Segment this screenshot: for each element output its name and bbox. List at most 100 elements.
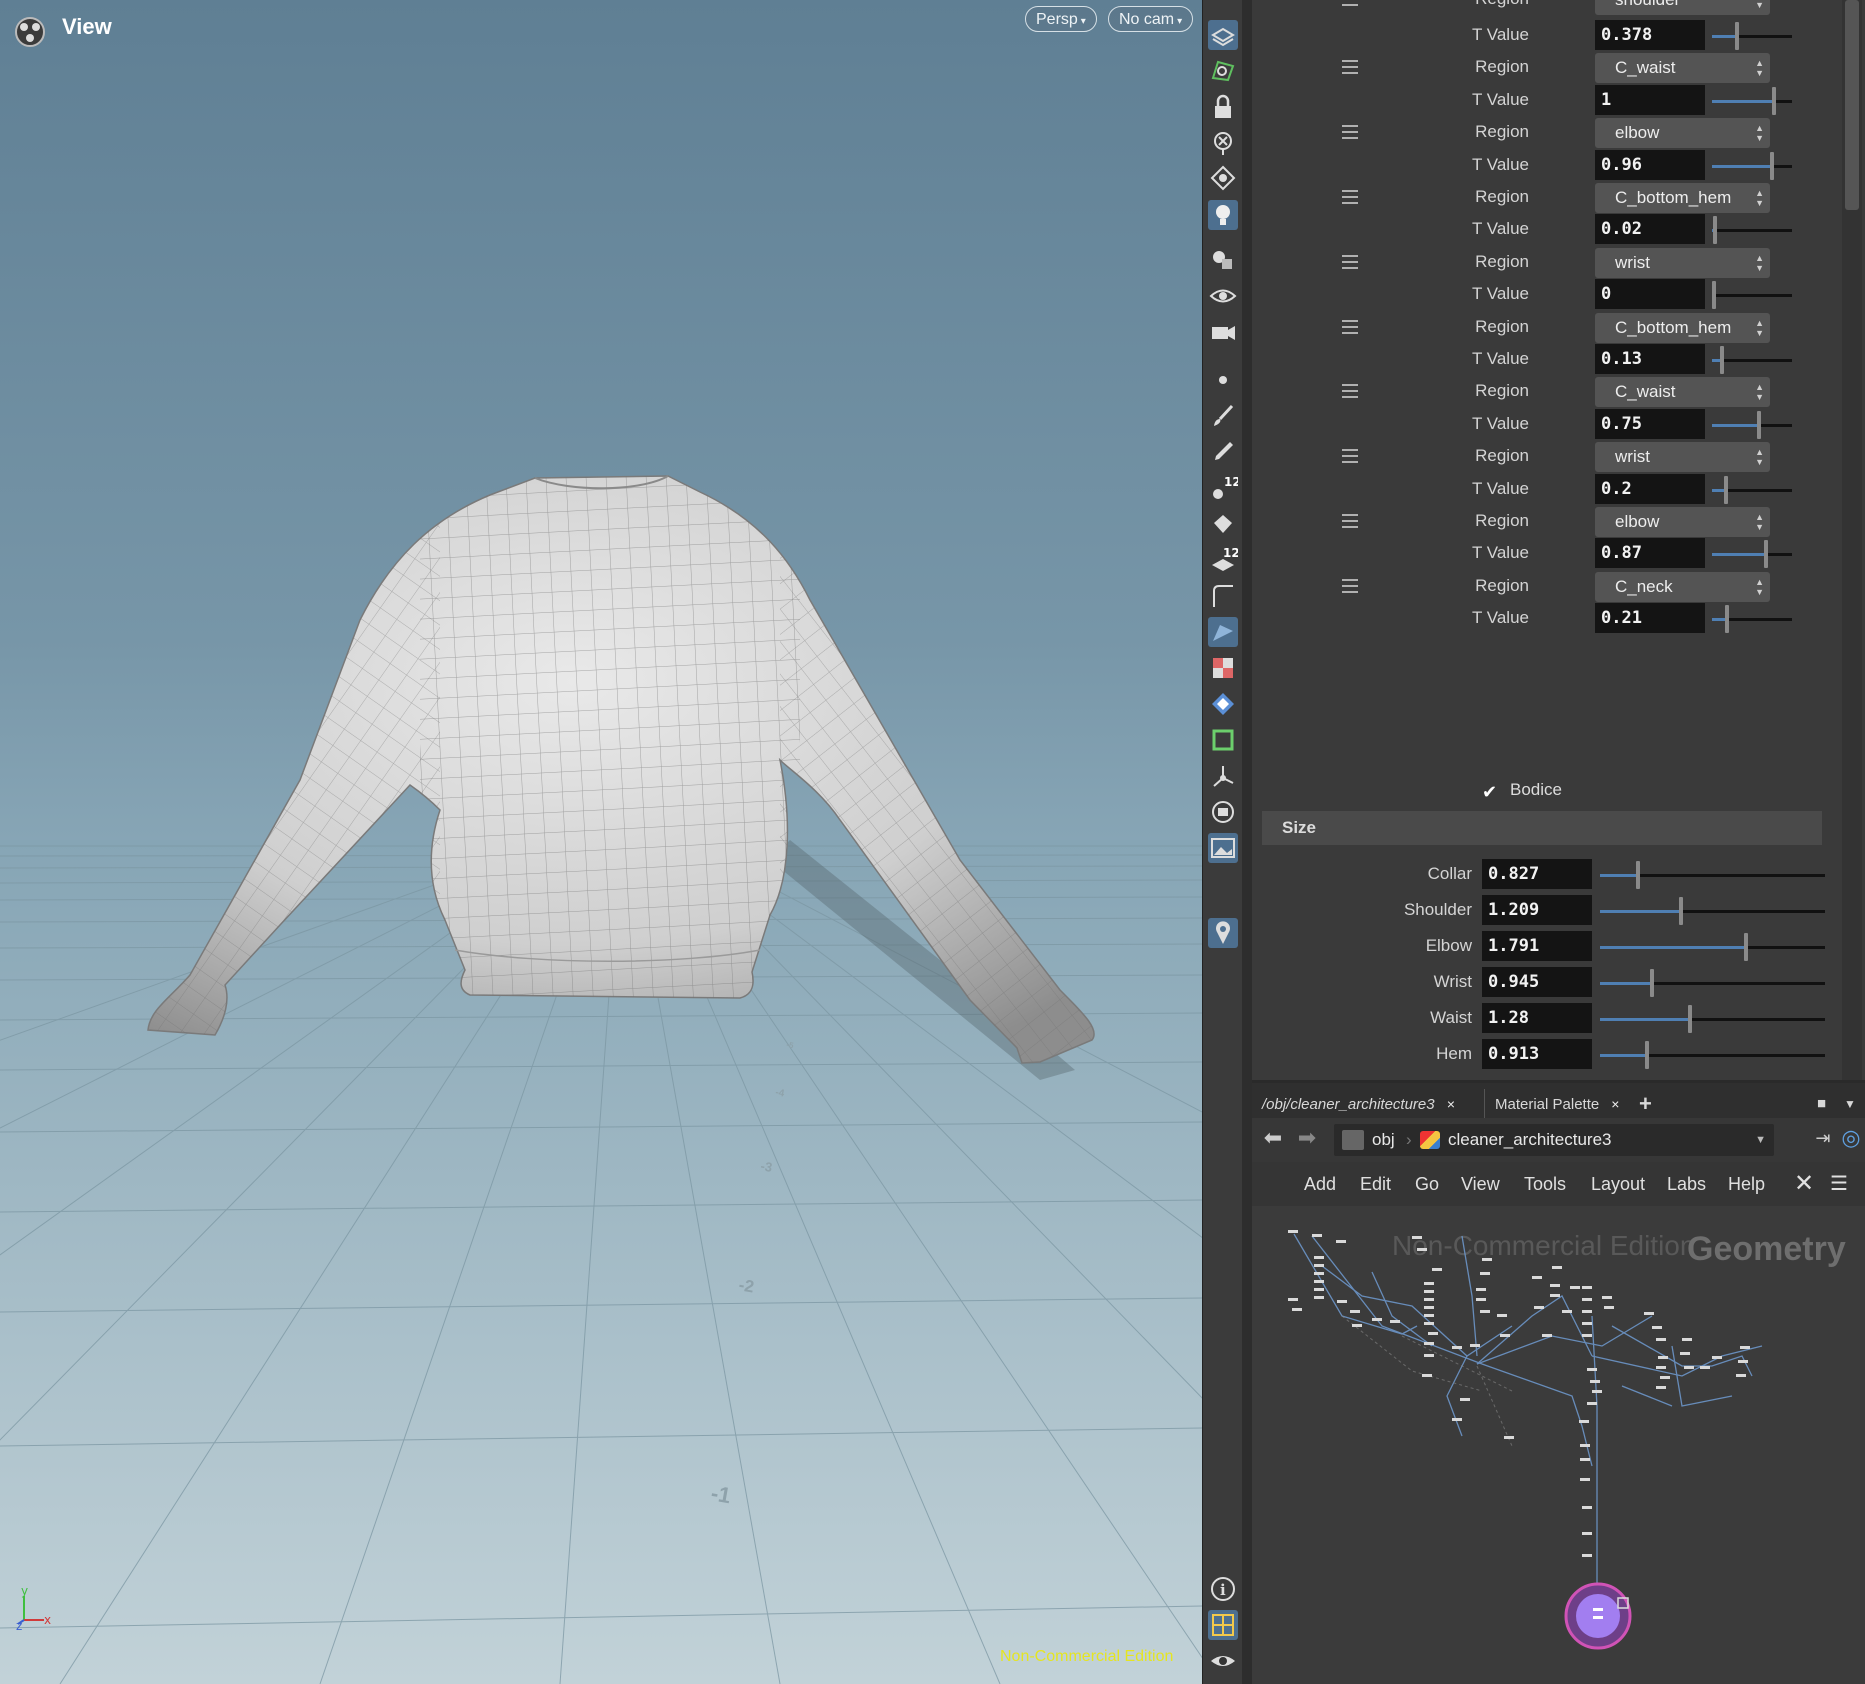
add-tab-button[interactable]: + bbox=[1639, 1089, 1652, 1119]
region-dropdown[interactable]: wrist ▲ ▼ bbox=[1595, 442, 1770, 473]
wrench-icon[interactable]: ✕ bbox=[1794, 1162, 1814, 1206]
geometry-icon[interactable] bbox=[1208, 245, 1238, 275]
info-icon[interactable]: i bbox=[1208, 1574, 1238, 1604]
tvalue-field[interactable]: 0 bbox=[1595, 279, 1705, 310]
tvalue-slider[interactable] bbox=[1712, 216, 1792, 245]
transform-icon[interactable] bbox=[1208, 761, 1238, 791]
paint-count-icon[interactable]: 12 bbox=[1208, 473, 1241, 503]
tree-view-icon[interactable]: ☰ bbox=[1830, 1162, 1848, 1206]
node-graph[interactable]: Non-Commercial Edition Geometry bbox=[1252, 1206, 1865, 1684]
bucket-icon[interactable] bbox=[1208, 509, 1238, 539]
size-field[interactable]: 0.827 bbox=[1482, 859, 1592, 889]
menu-add[interactable]: Add bbox=[1304, 1162, 1336, 1206]
slider-handle[interactable] bbox=[1719, 346, 1724, 374]
size-field[interactable]: 0.913 bbox=[1482, 1039, 1592, 1069]
tvalue-field[interactable]: 0.378 bbox=[1595, 20, 1705, 50]
tvalue-field[interactable]: 0.21 bbox=[1595, 603, 1705, 634]
view-icon[interactable] bbox=[1208, 56, 1238, 86]
eye-icon[interactable] bbox=[1208, 281, 1238, 311]
layer-count-icon[interactable]: 12 bbox=[1208, 545, 1240, 575]
slider-handle[interactable] bbox=[1764, 540, 1769, 569]
tvalue-slider[interactable] bbox=[1712, 475, 1792, 504]
shape-icon[interactable] bbox=[1208, 725, 1238, 755]
tvalue-slider[interactable] bbox=[1712, 281, 1792, 310]
menu-labs[interactable]: Labs bbox=[1667, 1162, 1706, 1206]
region-dropdown[interactable]: elbow ▲ ▼ bbox=[1595, 118, 1770, 149]
tvalue-slider[interactable] bbox=[1712, 540, 1792, 569]
back-arrow-icon[interactable]: ⬅ bbox=[1260, 1126, 1286, 1152]
slider-handle[interactable] bbox=[1724, 605, 1729, 634]
link-icon[interactable]: ◎ bbox=[1838, 1126, 1864, 1152]
tvalue-field[interactable]: 0.75 bbox=[1595, 408, 1705, 439]
slider-handle[interactable] bbox=[1687, 1005, 1692, 1033]
layout-icon[interactable] bbox=[1208, 1610, 1238, 1640]
region-dropdown[interactable]: C_bottom_hem ▲ ▼ bbox=[1595, 183, 1770, 213]
slider-handle[interactable] bbox=[1712, 281, 1716, 310]
select-icon[interactable] bbox=[1208, 20, 1238, 50]
camera-menu-button[interactable]: No cam ▾ bbox=[1108, 6, 1194, 32]
forward-arrow-icon[interactable]: ➡ bbox=[1294, 1126, 1320, 1152]
menu-edit[interactable]: Edit bbox=[1360, 1162, 1391, 1206]
tvalue-field[interactable]: 0.87 bbox=[1595, 538, 1705, 569]
checker-icon[interactable] bbox=[1208, 653, 1238, 683]
tvalue-field[interactable]: 0.02 bbox=[1595, 214, 1705, 245]
visibility-icon[interactable] bbox=[1208, 1646, 1238, 1676]
parameter-scrollbar[interactable] bbox=[1842, 0, 1862, 1080]
tvalue-field[interactable]: 0.13 bbox=[1595, 344, 1705, 374]
scrollbar-thumb[interactable] bbox=[1845, 0, 1859, 210]
menu-layout[interactable]: Layout bbox=[1591, 1162, 1645, 1206]
close-icon[interactable]: × bbox=[1447, 1096, 1455, 1112]
shader-icon[interactable] bbox=[1208, 617, 1238, 647]
size-slider[interactable] bbox=[1600, 861, 1825, 889]
menu-help[interactable]: Help bbox=[1728, 1162, 1765, 1206]
output-node[interactable] bbox=[1564, 1582, 1632, 1650]
size-slider[interactable] bbox=[1600, 933, 1825, 961]
size-section-header[interactable]: Size bbox=[1262, 811, 1822, 845]
pin-icon[interactable] bbox=[1208, 918, 1238, 948]
region-dropdown[interactable]: C_waist ▲ ▼ bbox=[1595, 53, 1770, 84]
tvalue-field[interactable]: 0.2 bbox=[1595, 473, 1705, 504]
slider-handle[interactable] bbox=[1772, 86, 1776, 115]
breadcrumb-root[interactable]: obj bbox=[1372, 1124, 1395, 1156]
region-dropdown[interactable]: wrist ▲ ▼ bbox=[1595, 247, 1770, 278]
breadcrumb[interactable]: obj › cleaner_architecture3 ▼ bbox=[1334, 1124, 1774, 1156]
bodice-toggle[interactable]: ✔ Bodice bbox=[1482, 780, 1562, 802]
slider-handle[interactable] bbox=[1636, 861, 1640, 889]
tvalue-slider[interactable] bbox=[1712, 346, 1792, 374]
region-dropdown[interactable]: C_bottom_hem ▲ ▼ bbox=[1595, 312, 1770, 343]
tvalue-field[interactable]: 1 bbox=[1595, 84, 1705, 115]
3d-viewport[interactable]: -1 -2 -3 -4 -5 View Persp ▾ No cam ▾ y z… bbox=[0, 0, 1202, 1684]
slider-handle[interactable] bbox=[1757, 410, 1761, 439]
tab-network[interactable]: /obj/cleaner_architecture3 × bbox=[1262, 1089, 1455, 1119]
curve-icon[interactable] bbox=[1208, 581, 1238, 611]
region-dropdown[interactable]: elbow ▲ ▼ bbox=[1595, 507, 1770, 537]
render-icon[interactable] bbox=[1208, 797, 1238, 827]
region-dropdown[interactable]: C_neck ▲ ▼ bbox=[1595, 571, 1770, 602]
tab-material-palette[interactable]: Material Palette × bbox=[1484, 1089, 1619, 1119]
menu-tools[interactable]: Tools bbox=[1524, 1162, 1566, 1206]
tvalue-slider[interactable] bbox=[1712, 605, 1792, 634]
uv-icon[interactable] bbox=[1208, 689, 1238, 719]
size-slider[interactable] bbox=[1600, 1041, 1825, 1069]
checkbox-checked-icon[interactable]: ✔ bbox=[1482, 782, 1502, 802]
size-field[interactable]: 0.945 bbox=[1482, 967, 1592, 997]
slider-handle[interactable] bbox=[1713, 216, 1718, 245]
size-field[interactable]: 1.209 bbox=[1482, 895, 1592, 925]
persp-menu-button[interactable]: Persp ▾ bbox=[1025, 6, 1097, 32]
slider-handle[interactable] bbox=[1734, 22, 1739, 50]
close-icon[interactable]: × bbox=[1611, 1096, 1619, 1112]
image-icon[interactable] bbox=[1208, 833, 1238, 863]
size-slider[interactable] bbox=[1600, 1005, 1825, 1033]
size-field[interactable]: 1.28 bbox=[1482, 1003, 1592, 1033]
maximize-pane-icon[interactable]: ■ bbox=[1817, 1089, 1826, 1119]
camera-icon[interactable] bbox=[1208, 317, 1238, 347]
pane-divider[interactable] bbox=[1242, 0, 1252, 1684]
slider-handle[interactable] bbox=[1649, 969, 1654, 997]
region-dropdown[interactable]: shoulder ▲▼ bbox=[1595, 0, 1770, 15]
tvalue-field[interactable]: 0.96 bbox=[1595, 149, 1705, 180]
tvalue-slider[interactable] bbox=[1712, 22, 1792, 50]
slider-handle[interactable] bbox=[1744, 933, 1748, 961]
menu-go[interactable]: Go bbox=[1415, 1162, 1439, 1206]
size-field[interactable]: 1.791 bbox=[1482, 931, 1592, 961]
slider-handle[interactable] bbox=[1645, 1041, 1649, 1069]
